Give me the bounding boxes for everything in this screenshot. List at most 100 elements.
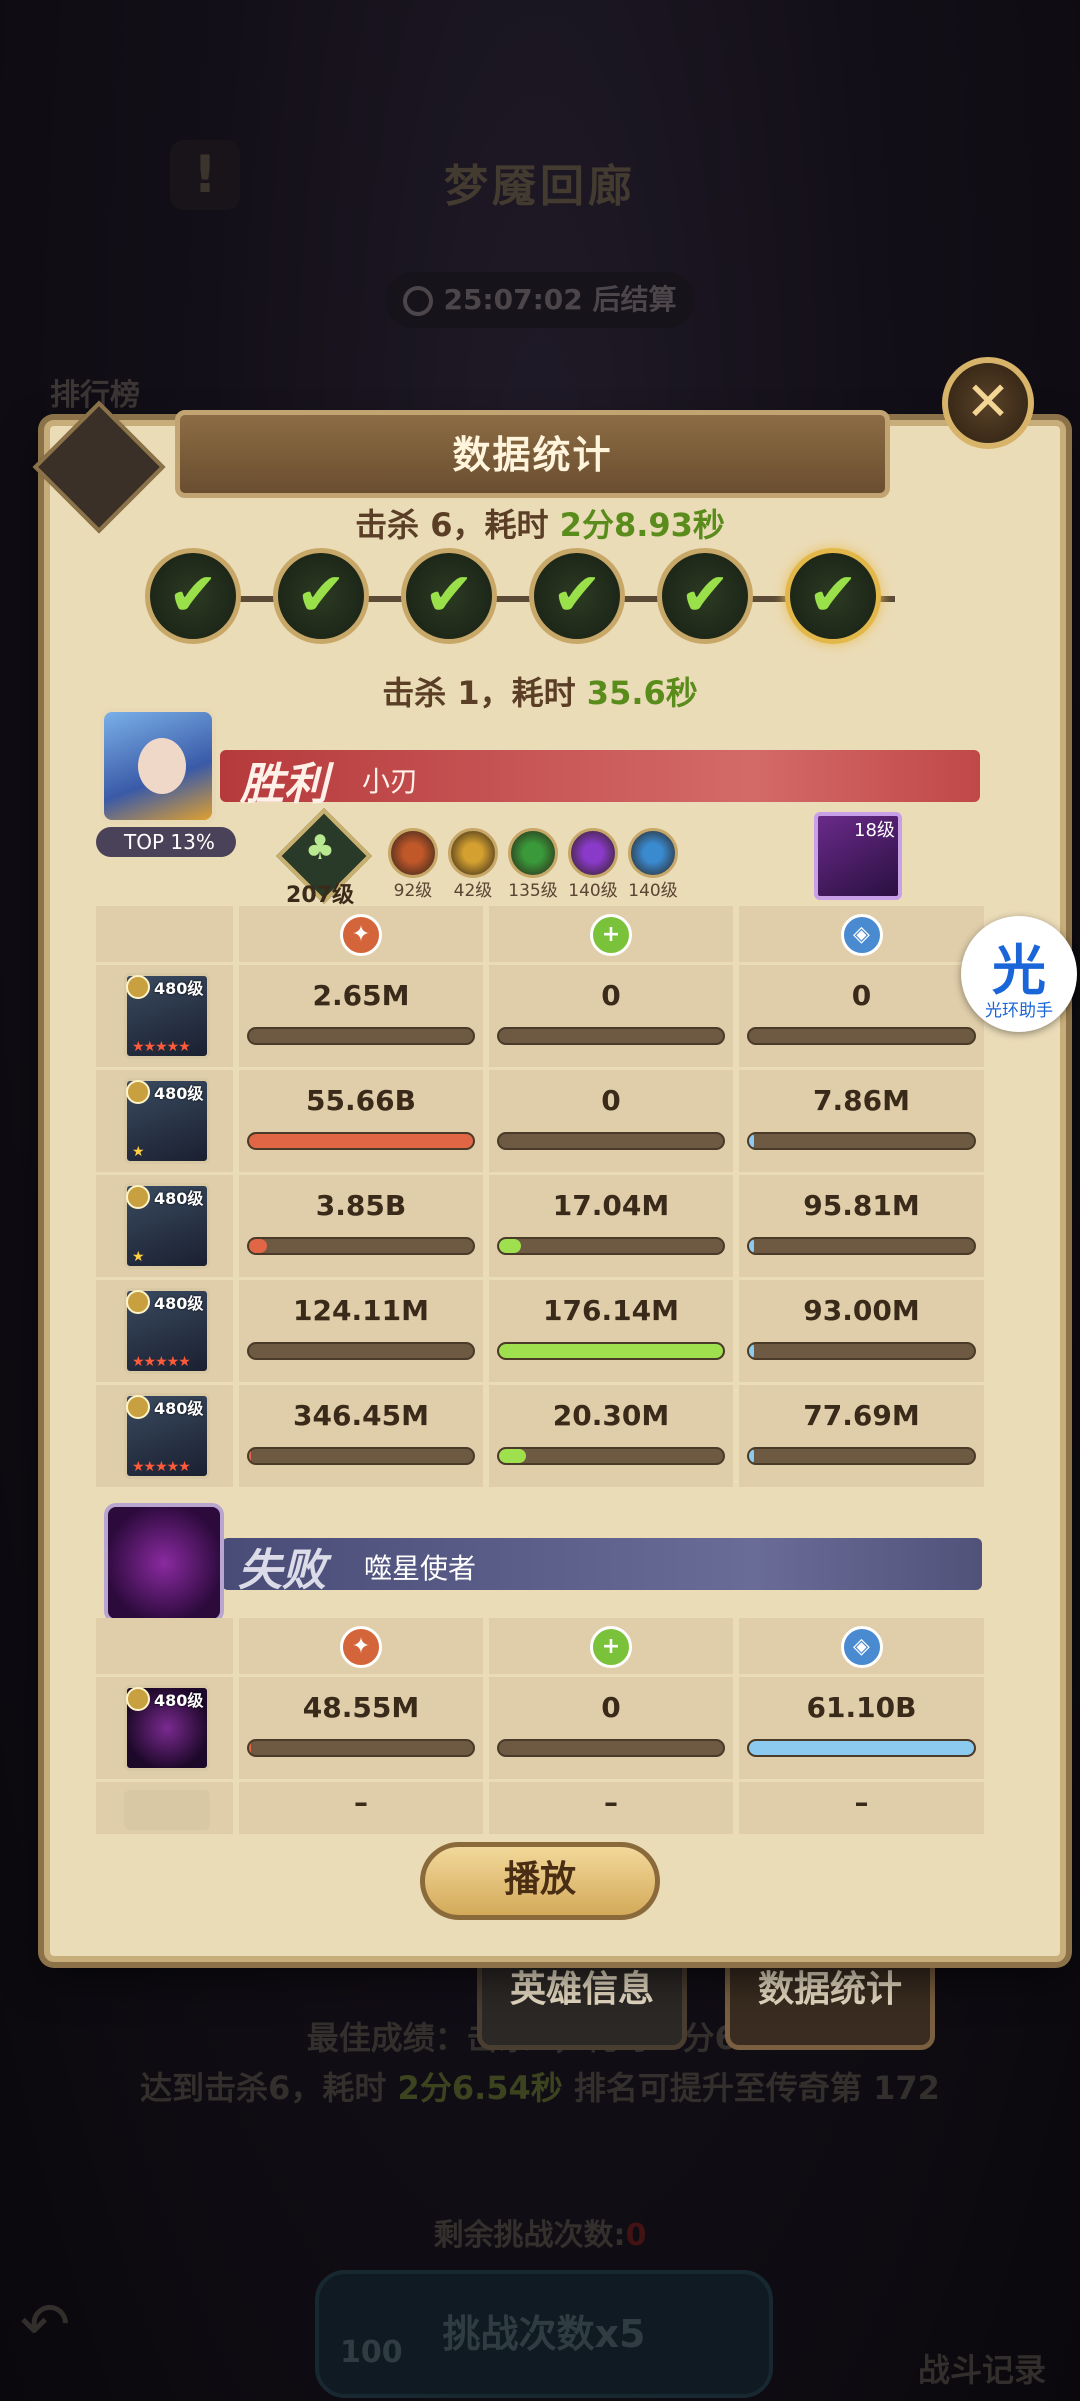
hero-stars: ★ (132, 1144, 145, 1160)
enemy-name: 噬星使者 (364, 1552, 477, 1585)
artifact-orb-level: 42级 (453, 881, 493, 901)
damage-value: 124.11M (293, 1294, 429, 1327)
defense-bar-fill (749, 1741, 974, 1755)
artifact-orb-level: 92级 (393, 881, 433, 901)
table-row[interactable]: – – – (96, 1782, 984, 1837)
heal-icon[interactable]: + (590, 914, 632, 956)
assistant-float-button[interactable]: 光 光环助手 (961, 916, 1077, 1032)
victory-label: 胜利 (240, 759, 328, 810)
table-row[interactable]: 480级 ★ 55.66B 0 7.86M (96, 1070, 984, 1175)
hero-stars: ★★★★★ (132, 1039, 191, 1055)
artifact-orb-level: 140级 (568, 881, 618, 901)
hero-level: 480级 (154, 979, 204, 998)
table-row[interactable]: 480级 ★★★★★ 124.11M 176.14M 93.00M (96, 1280, 984, 1385)
heal-bar-fill (499, 1239, 522, 1253)
heal-value: 0 (601, 1691, 621, 1724)
shield-icon[interactable]: ◈ (840, 914, 883, 956)
assistant-label: 光环助手 (985, 1001, 1053, 1021)
level-badge-icon (126, 1290, 150, 1314)
enemy-avatar[interactable] (104, 1503, 224, 1623)
artifact-orb-level: 140级 (628, 881, 678, 901)
stage-check-icon[interactable]: ✔ (145, 548, 241, 644)
stage-check-icon-selected[interactable]: ✔ (785, 548, 881, 644)
heal-bar (497, 1132, 725, 1150)
tree-glyph: ♣ (304, 828, 336, 868)
defense-value: 7.86M (813, 1084, 910, 1117)
artifact-orb-icon[interactable] (568, 828, 618, 878)
table-row[interactable]: 480级 ★★★★★ 2.65M 0 0 (96, 965, 984, 1070)
defense-bar-fill (749, 1134, 754, 1148)
damage-bar (247, 1447, 475, 1465)
defense-value: 95.81M (803, 1189, 920, 1222)
close-button[interactable]: ✕ (942, 357, 1034, 449)
damage-bar (247, 1132, 475, 1150)
defense-value: 93.00M (803, 1294, 920, 1327)
victory-banner (220, 750, 980, 802)
defense-value: 77.69M (803, 1399, 920, 1432)
hero-stars: ★★★★★ (132, 1459, 191, 1475)
defense-bar (747, 1342, 976, 1360)
heal-bar (497, 1739, 725, 1757)
player-avatar[interactable] (100, 708, 216, 824)
hero-level: 480级 (154, 1691, 204, 1710)
defeat-label: 失败 (238, 1545, 326, 1596)
artifact-orb-icon[interactable] (448, 828, 498, 878)
play-button[interactable]: 播放 (420, 1842, 660, 1920)
defense-bar-fill (749, 1449, 754, 1463)
damage-value: – (354, 1786, 368, 1819)
defense-bar (747, 1132, 976, 1150)
heal-value: 17.04M (552, 1189, 670, 1222)
level-badge-icon (126, 1395, 150, 1419)
stage-check-icon[interactable]: ✔ (401, 548, 497, 644)
rank-badge: TOP 13% (96, 827, 236, 857)
hero-level: 480级 (154, 1084, 204, 1103)
heal-bar (497, 1027, 725, 1045)
artifact-orb-icon[interactable] (388, 828, 438, 878)
damage-icon[interactable]: ✦ (340, 914, 382, 956)
defense-value: 0 (851, 979, 872, 1012)
stage-check-icon[interactable]: ✔ (273, 548, 369, 644)
stage-check-icon[interactable]: ✔ (657, 548, 753, 644)
hero-avatar[interactable] (124, 1790, 210, 1830)
heal-bar (497, 1342, 725, 1360)
defeat-banner (222, 1538, 982, 1590)
artifact-orb-icon[interactable] (628, 828, 678, 878)
heal-icon[interactable]: + (590, 1626, 632, 1668)
defense-bar-fill (749, 1344, 754, 1358)
panel-title: 数据统计 (175, 410, 890, 498)
heal-value: 176.14M (543, 1294, 679, 1327)
shield-icon[interactable]: ◈ (840, 1626, 883, 1668)
damage-bar-fill (249, 1741, 252, 1755)
defense-bar-fill (749, 1239, 754, 1253)
damage-value: 2.65M (312, 979, 410, 1012)
heal-value: 0 (601, 979, 621, 1012)
stage-check-icon[interactable]: ✔ (529, 548, 625, 644)
heal-bar-fill (499, 1344, 723, 1358)
table-row[interactable]: 480级 ★★★★★ 346.45M 20.30M 77.69M (96, 1385, 984, 1490)
player-name: 小刃 (362, 765, 419, 798)
level-badge-icon (126, 1080, 150, 1104)
table-row[interactable]: 480级 48.55M 0 61.10B (96, 1677, 984, 1782)
damage-bar (247, 1237, 475, 1255)
pet-level: 18级 (854, 820, 895, 841)
damage-value: 48.55M (302, 1691, 420, 1724)
defense-bar (747, 1237, 976, 1255)
damage-bar-fill (249, 1449, 252, 1463)
table-row[interactable]: 480级 ★ 3.85B 17.04M 95.81M (96, 1175, 984, 1280)
artifact-orb-icon[interactable] (508, 828, 558, 878)
avatar-face (138, 738, 186, 794)
artifact-orb-level: 135级 (508, 881, 558, 901)
heal-value: 0 (601, 1084, 621, 1117)
damage-value: 55.66B (306, 1084, 416, 1117)
damage-bar (247, 1342, 475, 1360)
assistant-icon: 光 (992, 939, 1046, 1002)
heal-bar (497, 1447, 725, 1465)
hero-level: 480级 (154, 1399, 204, 1418)
damage-bar (247, 1027, 475, 1045)
level-badge-icon (126, 1687, 150, 1711)
defense-bar (747, 1739, 976, 1757)
heal-value: 20.30M (552, 1399, 670, 1432)
hero-stars: ★★★★★ (132, 1354, 191, 1370)
damage-bar (247, 1739, 475, 1757)
damage-icon[interactable]: ✦ (340, 1626, 382, 1668)
